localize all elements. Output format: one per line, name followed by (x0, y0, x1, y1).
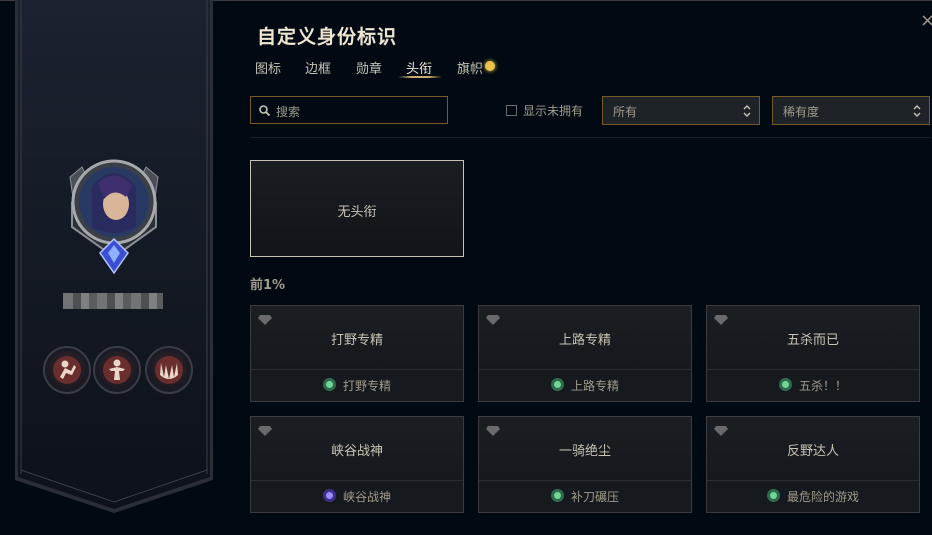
ownership-select[interactable]: 所有 (602, 96, 760, 125)
gem-icon (714, 315, 728, 325)
green-challenge-icon (551, 489, 564, 502)
sort-select[interactable]: 稀有度 (772, 96, 930, 125)
updown-chevron-icon (913, 105, 921, 117)
no-title-card[interactable]: 无头衔 (250, 160, 464, 257)
active-tab-indicator (398, 76, 442, 78)
challenge-token-2[interactable] (93, 346, 141, 394)
search-placeholder: 搜索 (276, 105, 301, 119)
challenge-token-3[interactable] (145, 346, 193, 394)
page-title: 自定义身份标识 (257, 26, 398, 48)
green-challenge-icon (551, 378, 564, 391)
search-box[interactable]: 搜索 (250, 96, 448, 124)
section-heading: 前1% (250, 278, 286, 293)
challenge-name: 打野专精 (343, 379, 392, 393)
challenge-name: 上路专精 (571, 379, 620, 393)
challenge-name: 峡谷战神 (343, 490, 392, 504)
title-source: 补刀碾压 (479, 480, 691, 512)
summoner-name-redacted (63, 293, 163, 309)
avatar-with-frame[interactable] (62, 157, 166, 277)
show-unowned-label[interactable]: 显示未拥有 (523, 102, 583, 119)
gem-icon (486, 315, 500, 325)
title-card[interactable]: 打野专精 打野专精 (250, 305, 464, 402)
title-name: 打野专精 (330, 333, 383, 348)
gem-icon (714, 426, 728, 436)
challenge-name: 补刀碾压 (571, 490, 620, 504)
tab-banners[interactable]: 旗帜 (457, 58, 483, 77)
gem-icon (486, 426, 500, 436)
gem-icon (258, 426, 272, 436)
title-card[interactable]: 峡谷战神 峡谷战神 (250, 416, 464, 513)
title-card[interactable]: 五杀而已 五杀！！ (706, 305, 920, 402)
title-name: 一骑绝尘 (558, 444, 611, 459)
title-source: 上路专精 (479, 369, 691, 401)
challenge-name: 最危险的游戏 (787, 490, 860, 504)
title-source: 最危险的游戏 (707, 480, 919, 512)
title-card[interactable]: 一骑绝尘 补刀碾压 (478, 416, 692, 513)
title-name: 反野达人 (786, 444, 839, 459)
title-name: 五杀而已 (786, 333, 839, 348)
gem-icon (258, 315, 272, 325)
title-source: 打野专精 (251, 369, 463, 401)
filter-divider (250, 137, 930, 138)
title-card[interactable]: 反野达人 最危险的游戏 (706, 416, 920, 513)
challenge-token-1[interactable] (43, 346, 91, 394)
fighter-silhouette-icon (53, 356, 81, 384)
search-icon (259, 105, 270, 116)
title-name: 峡谷战神 (330, 444, 383, 459)
title-name: 上路专精 (558, 333, 611, 348)
ownership-select-value: 所有 (613, 105, 638, 119)
no-title-label: 无头衔 (337, 205, 377, 220)
claw-crest-icon (155, 356, 183, 384)
title-source: 五杀！！ (707, 369, 919, 401)
green-challenge-icon (767, 489, 780, 502)
fighter-silhouette-icon (103, 356, 131, 384)
updown-chevron-icon (743, 105, 751, 117)
close-button[interactable]: × (920, 10, 932, 31)
title-card[interactable]: 上路专精 上路专精 (478, 305, 692, 402)
challenge-name: 五杀！！ (799, 379, 848, 393)
identity-banner (15, 0, 213, 515)
tab-icons[interactable]: 图标 (255, 58, 281, 77)
tab-titles[interactable]: 头衔 (406, 58, 432, 77)
notification-dot (485, 61, 495, 71)
tab-borders[interactable]: 边框 (305, 58, 331, 77)
purple-challenge-icon (323, 489, 336, 502)
show-unowned-checkbox[interactable] (506, 105, 517, 116)
title-source: 峡谷战神 (251, 480, 463, 512)
sort-select-value: 稀有度 (783, 105, 820, 119)
tab-badges[interactable]: 勋章 (356, 58, 382, 77)
green-challenge-icon (323, 378, 336, 391)
green-challenge-icon (779, 378, 792, 391)
